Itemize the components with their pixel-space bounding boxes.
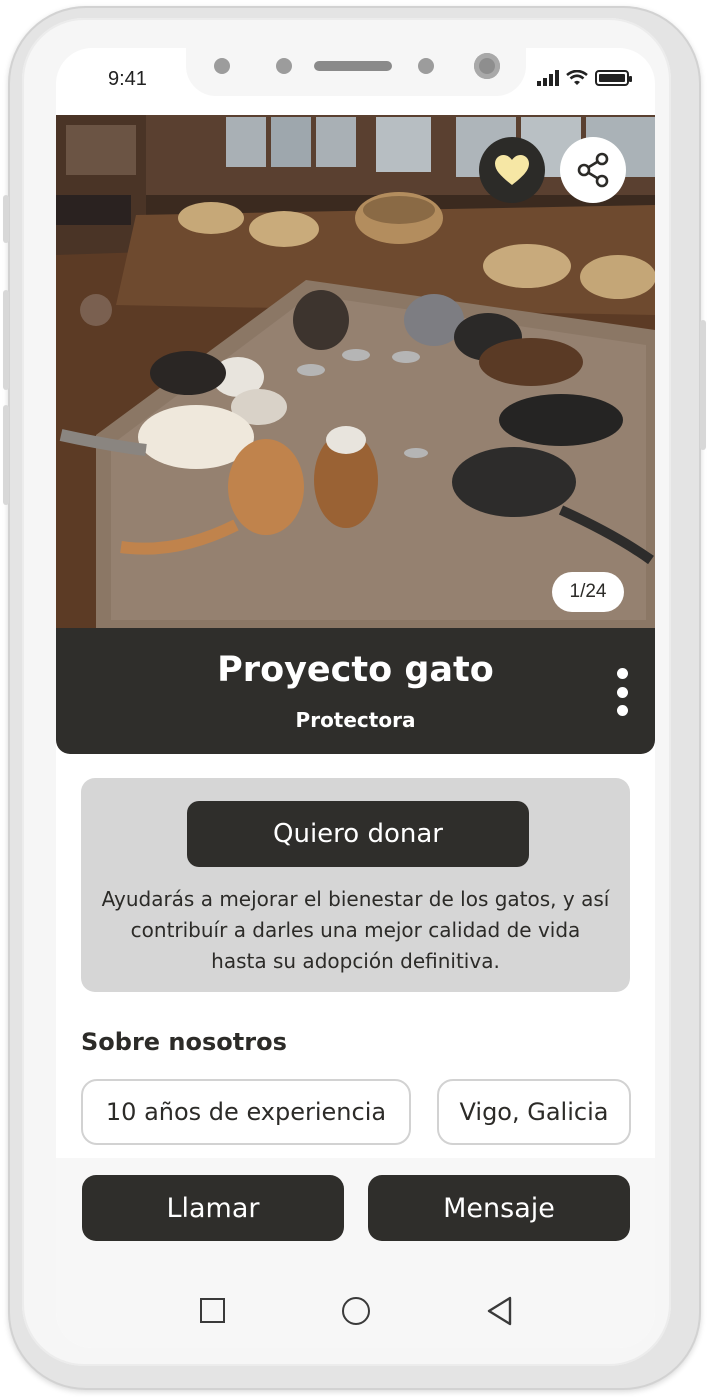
battery-icon: [595, 70, 632, 86]
more-vertical-icon: [616, 668, 628, 679]
notch: [186, 48, 526, 96]
cats-photo: [56, 115, 655, 631]
call-button[interactable]: Llamar: [82, 1175, 344, 1241]
sensor-dot: [418, 58, 434, 74]
sensor-dot: [214, 58, 230, 74]
favorite-button[interactable]: [479, 137, 545, 203]
more-options-button[interactable]: [615, 668, 629, 716]
back-icon[interactable]: [486, 1296, 512, 1326]
about-title: Sobre nosotros: [81, 1028, 287, 1056]
profile-type: Protectora: [295, 708, 416, 732]
share-icon: [577, 152, 609, 188]
message-button[interactable]: Mensaje: [368, 1175, 630, 1241]
front-camera: [474, 53, 500, 79]
hero-photo[interactable]: 1/24: [56, 115, 655, 631]
experience-chip: 10 años de experiencia: [81, 1079, 411, 1145]
sensor-dot: [276, 58, 292, 74]
side-button: [3, 195, 9, 243]
heart-icon: [495, 155, 529, 185]
system-nav-bar: [56, 1280, 655, 1340]
donate-card: Quiero donar Ayudarás a mejorar el biene…: [81, 778, 630, 992]
speaker-grille: [314, 61, 392, 71]
status-icons: [537, 70, 632, 86]
share-button[interactable]: [560, 137, 626, 203]
side-button: [700, 320, 706, 450]
profile-header: Proyecto gato Protectora: [56, 628, 655, 754]
signal-icon: [537, 70, 559, 86]
side-button: [3, 290, 9, 390]
profile-name: Proyecto gato: [217, 650, 494, 690]
location-chip: Vigo, Galicia: [437, 1079, 631, 1145]
donate-description: Ayudarás a mejorar el bienestar de los g…: [101, 887, 610, 973]
wifi-icon: [566, 70, 588, 85]
status-time: 9:41: [108, 68, 147, 90]
recent-apps-icon[interactable]: [200, 1298, 225, 1323]
home-icon[interactable]: [342, 1297, 370, 1325]
photo-counter: 1/24: [552, 572, 624, 612]
side-button: [3, 405, 9, 505]
donate-button[interactable]: Quiero donar: [187, 801, 529, 867]
app-screen: 9:41 1/24 Proyecto gato Protectora Quier…: [56, 48, 655, 1348]
